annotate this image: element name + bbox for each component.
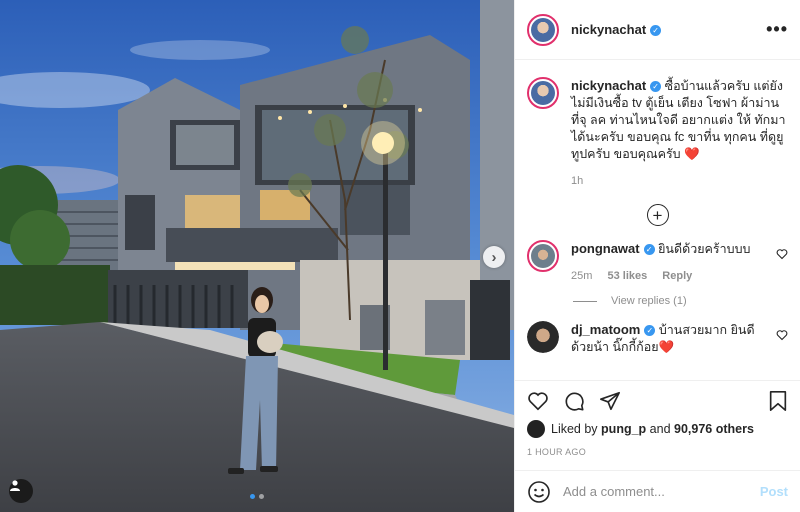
likes-summary: Liked by pung_p and 90,976 others — [527, 420, 788, 438]
caption-avatar[interactable] — [527, 77, 559, 109]
view-replies-button[interactable]: View replies (1) — [573, 295, 788, 307]
comment-username[interactable]: dj_matoom — [571, 322, 640, 337]
comment-meta: 25m 53 likes Reply — [571, 268, 768, 285]
verified-badge-icon: ✓ — [644, 325, 656, 336]
comment-likes[interactable]: 53 likes — [607, 270, 647, 282]
comment-avatar[interactable] — [527, 321, 559, 353]
post-photo[interactable]: › — [0, 0, 514, 512]
like-button[interactable] — [527, 390, 549, 412]
comment-text: ยินดีด้วยคร้าบบบ — [658, 242, 751, 256]
reply-button[interactable]: Reply — [662, 270, 692, 282]
post-header: nickynachat ✓ ••• — [515, 0, 800, 60]
more-options-icon[interactable]: ••• — [766, 19, 788, 40]
caption-body: nickynachat ✓ ซื้อบ้านแล้วครับ แต่ยังไม่ม… — [571, 77, 788, 190]
next-image-button[interactable]: › — [483, 246, 505, 268]
comment-time[interactable]: 25m — [571, 270, 592, 282]
comment-avatar[interactable] — [527, 240, 559, 272]
comment-input[interactable] — [563, 484, 760, 499]
likes-count[interactable]: 90,976 others — [674, 422, 754, 436]
action-bar — [515, 380, 800, 420]
comments-section[interactable]: nickynachat ✓ ซื้อบ้านแล้วครับ แต่ยังไม่ม… — [515, 61, 800, 379]
comment-button[interactable] — [563, 390, 585, 412]
user-tag-icon — [10, 480, 20, 491]
replies-divider — [573, 300, 597, 302]
bookmark-icon — [769, 390, 787, 411]
red-heart-emoji: ❤️ — [658, 340, 675, 354]
and-label: and — [649, 422, 671, 436]
comment-icon — [565, 392, 584, 411]
chevron-right-icon: › — [491, 248, 497, 266]
verified-badge-icon: ✓ — [650, 25, 662, 36]
comment-item: dj_matoom ✓ บ้านสวยมาก ยินดีด้วยน้า นิ๊กก… — [527, 321, 788, 356]
comment-item: pongnawat ✓ ยินดีด้วยคร้าบบบ 25m 53 likes… — [527, 240, 788, 285]
red-heart-emoji: ❤️ — [684, 147, 700, 161]
plus-circle-icon[interactable]: + — [646, 204, 669, 226]
comment-body: dj_matoom ✓ บ้านสวยมาก ยินดีด้วยน้า นิ๊กก… — [571, 321, 768, 356]
save-button[interactable] — [768, 390, 788, 412]
author-username-wrap: nickynachat ✓ — [571, 22, 662, 37]
post-comment-button[interactable]: Post — [760, 484, 788, 499]
post-side-panel: nickynachat ✓ ••• nickynachat ✓ ซื้อบ้านแล… — [514, 0, 800, 512]
house-photo-illustration — [0, 0, 514, 512]
user-tag-button[interactable] — [9, 479, 33, 503]
author-avatar[interactable] — [527, 13, 559, 46]
liked-by-label: Liked by — [551, 422, 598, 436]
comment-username[interactable]: pongnawat — [571, 241, 640, 256]
share-button[interactable] — [599, 390, 621, 412]
heart-icon[interactable] — [776, 248, 788, 260]
emoji-icon[interactable] — [527, 480, 551, 504]
view-replies-label: View replies (1) — [611, 295, 687, 307]
heart-icon — [528, 391, 548, 410]
carousel-dot — [259, 494, 264, 499]
verified-badge-icon: ✓ — [643, 244, 655, 255]
comment-body: pongnawat ✓ ยินดีด้วยคร้าบบบ 25m 53 likes… — [571, 240, 768, 285]
share-icon — [600, 391, 620, 410]
liker-avatar[interactable] — [527, 420, 545, 438]
caption-time: 1h — [571, 175, 584, 187]
likes-text: Liked by pung_p and 90,976 others — [551, 422, 754, 436]
heart-icon[interactable] — [776, 329, 788, 341]
verified-badge-icon: ✓ — [650, 81, 662, 92]
liker-username[interactable]: pung_p — [601, 422, 646, 436]
caption-username[interactable]: nickynachat — [571, 78, 646, 93]
carousel-dot-active — [250, 494, 255, 499]
author-username[interactable]: nickynachat — [571, 22, 646, 37]
add-comment-bar: Post — [515, 470, 800, 512]
caption-row: nickynachat ✓ ซื้อบ้านแล้วครับ แต่ยังไม่ม… — [527, 77, 788, 190]
carousel-indicator — [250, 494, 264, 499]
post-timestamp[interactable]: 1 HOUR AGO — [527, 447, 586, 457]
